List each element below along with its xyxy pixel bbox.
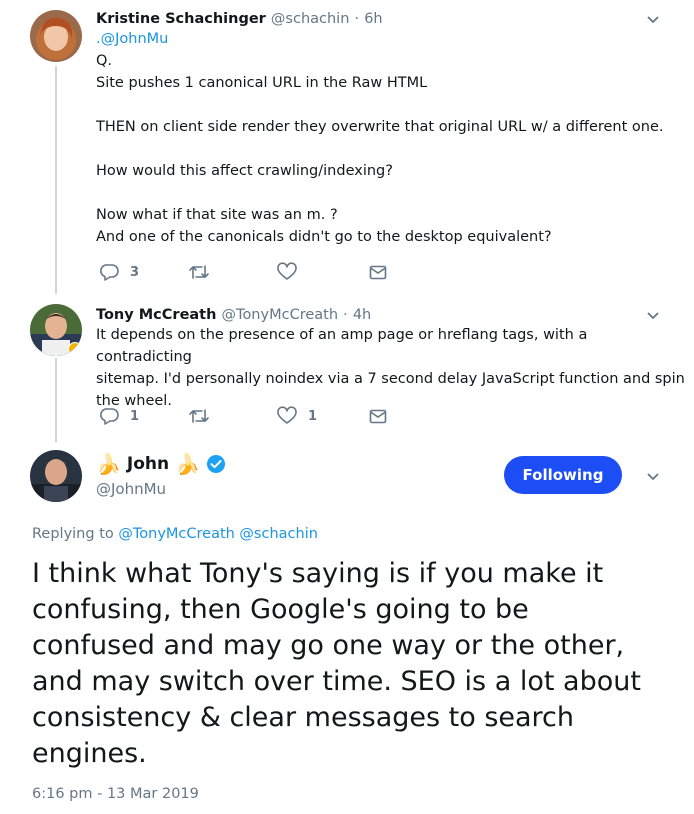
tweet-header: Tony McCreath @TonyMcCreath · 4h [96, 304, 371, 323]
dm-icon [369, 409, 387, 424]
tweet-line: confused and may go one way or the other… [32, 630, 625, 661]
retweet-button[interactable] [188, 406, 210, 426]
following-button[interactable]: Following [504, 456, 622, 494]
tweet-line: And one of the canonicals didn't go to t… [96, 229, 552, 245]
tweet-line: consistency & clear messages to search [32, 702, 575, 733]
reply-icon [100, 264, 119, 281]
dm-icon [369, 265, 387, 280]
thread-line [55, 66, 57, 294]
reply-button[interactable]: 3 [100, 262, 139, 282]
tweet-line: How would this affect crawling/indexing? [96, 163, 393, 179]
tweet-line: THEN on client side render they overwrit… [96, 119, 664, 135]
like-button[interactable]: 1 [276, 406, 317, 426]
tweet-line[interactable]: .@JohnMu [96, 28, 676, 50]
banana-emoji-icon: 🍌 [96, 452, 121, 476]
like-icon [277, 406, 297, 424]
tweet-timestamp[interactable]: 6:16 pm - 13 Mar 2019 [32, 786, 199, 802]
tweet-actions: 3 [100, 262, 400, 284]
tweet-time[interactable]: 4h [353, 307, 371, 323]
chevron-down-icon[interactable] [644, 467, 662, 485]
like-button[interactable] [276, 262, 298, 282]
chevron-down-icon[interactable] [644, 10, 662, 28]
chevron-down-icon[interactable] [644, 306, 662, 324]
dm-button[interactable] [368, 406, 388, 426]
tweet-line [96, 138, 676, 160]
tweet-line: sitemap. I'd personally noindex via a 7 … [96, 371, 685, 387]
retweet-icon [189, 265, 209, 279]
separator: · [354, 11, 360, 27]
replying-to: Replying to @TonyMcCreath @schachin [32, 526, 318, 542]
reply-count: 1 [130, 408, 140, 424]
author-handle[interactable]: @schachin [271, 11, 349, 27]
tweet-actions: 1 1 [100, 406, 400, 428]
retweet-icon [189, 409, 209, 423]
avatar[interactable] [30, 10, 82, 62]
tweet-line: Site pushes 1 canonical URL in the Raw H… [96, 75, 428, 91]
author-name[interactable]: Tony McCreath [96, 307, 216, 323]
tweet-text: It depends on the presence of an amp pag… [96, 324, 686, 412]
tweet-line [96, 94, 676, 116]
like-count: 1 [308, 408, 318, 424]
like-icon [277, 262, 297, 280]
separator: · [343, 307, 348, 323]
tweet-line: Q. [96, 53, 113, 69]
tweet-time[interactable]: 6h [364, 11, 382, 27]
author-name[interactable]: Kristine Schachinger [96, 11, 266, 27]
tweet-line: Now what if that site was an m. ? [96, 207, 338, 223]
badge-icon [68, 342, 82, 356]
reply-button[interactable]: 1 [100, 406, 139, 426]
verified-badge-icon [207, 455, 226, 473]
author-handle[interactable]: @TonyMcCreath [222, 307, 338, 323]
reply-count: 3 [130, 264, 140, 280]
tweet-line: confusing, then Google's going to be [32, 594, 529, 625]
thread-line [55, 358, 57, 442]
author-name: John [126, 454, 170, 474]
avatar[interactable] [30, 450, 82, 502]
author-display-name[interactable]: 🍌 John 🍌 [96, 452, 226, 476]
tweet-line: engines. [32, 738, 147, 769]
replying-prefix: Replying to [32, 526, 114, 542]
author-handle[interactable]: @JohnMu [96, 480, 166, 498]
banana-emoji-icon: 🍌 [175, 452, 201, 476]
tweet-line: I think what Tony's saying is if you mak… [32, 558, 604, 589]
tweet-header: Kristine Schachinger @schachin · 6h [96, 8, 383, 27]
tweet-text: .@JohnMu Q. Site pushes 1 canonical URL … [96, 28, 676, 248]
replying-mentions[interactable]: @TonyMcCreath @schachin [118, 526, 318, 542]
reply-icon [100, 408, 119, 425]
dm-button[interactable] [368, 262, 388, 282]
main-tweet-text: I think what Tony's saying is if you mak… [32, 556, 672, 772]
tweet-line: and may switch over time. SEO is a lot a… [32, 666, 641, 697]
retweet-button[interactable] [188, 262, 210, 282]
tweet-line [96, 182, 676, 204]
avatar[interactable] [30, 304, 82, 356]
tweet-line: It depends on the presence of an amp pag… [96, 327, 592, 365]
